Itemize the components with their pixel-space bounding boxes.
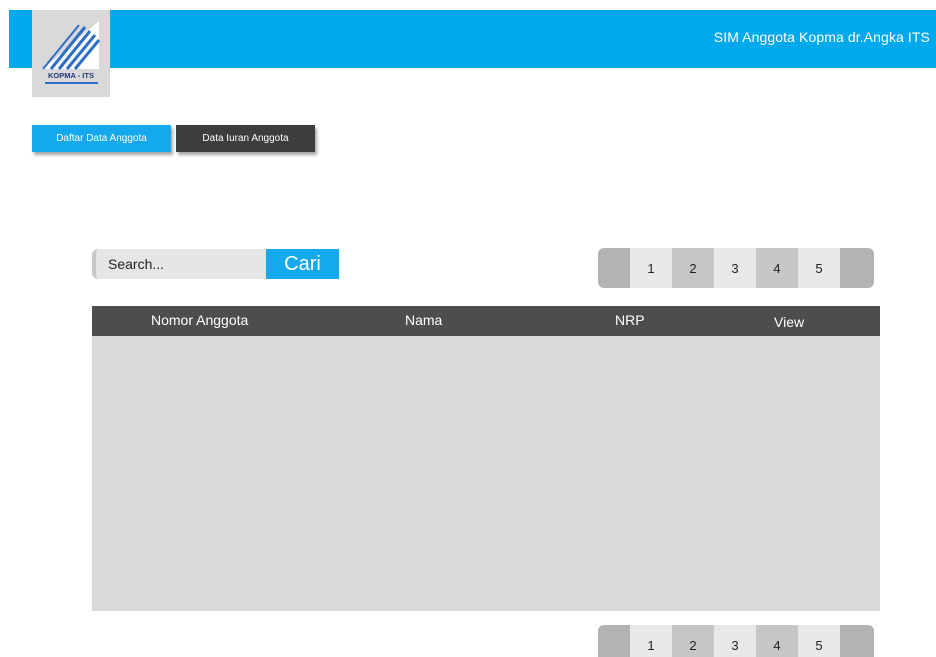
page-button-2[interactable]: 2 xyxy=(672,248,714,288)
search-button[interactable]: Cari xyxy=(266,249,339,279)
pagination-bottom: 1 2 3 4 5 xyxy=(598,625,874,657)
table-body xyxy=(92,336,880,611)
table-header: Nomor Anggota Nama NRP View xyxy=(92,306,880,336)
column-header-nrp[interactable]: NRP xyxy=(615,312,645,328)
page-button-3[interactable]: 3 xyxy=(714,625,756,657)
page-button-1[interactable]: 1 xyxy=(630,248,672,288)
page-button-2[interactable]: 2 xyxy=(672,625,714,657)
app-title: SIM Anggota Kopma dr.Angka ITS xyxy=(713,29,930,45)
page-button-3[interactable]: 3 xyxy=(714,248,756,288)
pagination-top: 1 2 3 4 5 xyxy=(598,248,874,288)
tab-data-iuran-anggota[interactable]: Data Iuran Anggota xyxy=(176,125,315,152)
logo[interactable]: KOPMA - ITS xyxy=(32,10,110,97)
column-header-nama[interactable]: Nama xyxy=(405,312,442,328)
search-input[interactable] xyxy=(92,249,266,279)
kopma-logo-icon xyxy=(42,21,101,70)
tab-daftar-data-anggota[interactable]: Daftar Data Anggota xyxy=(32,125,171,152)
page-button-4[interactable]: 4 xyxy=(756,248,798,288)
logo-underline xyxy=(45,82,98,84)
page-button-5[interactable]: 5 xyxy=(798,248,840,288)
header-bar: SIM Anggota Kopma dr.Angka ITS xyxy=(9,10,936,68)
column-header-nomor-anggota[interactable]: Nomor Anggota xyxy=(151,312,248,328)
page-button-1[interactable]: 1 xyxy=(630,625,672,657)
page-button-4[interactable]: 4 xyxy=(756,625,798,657)
logo-text: KOPMA - ITS xyxy=(48,71,94,80)
column-header-view[interactable]: View xyxy=(774,314,804,330)
page-button-5[interactable]: 5 xyxy=(798,625,840,657)
